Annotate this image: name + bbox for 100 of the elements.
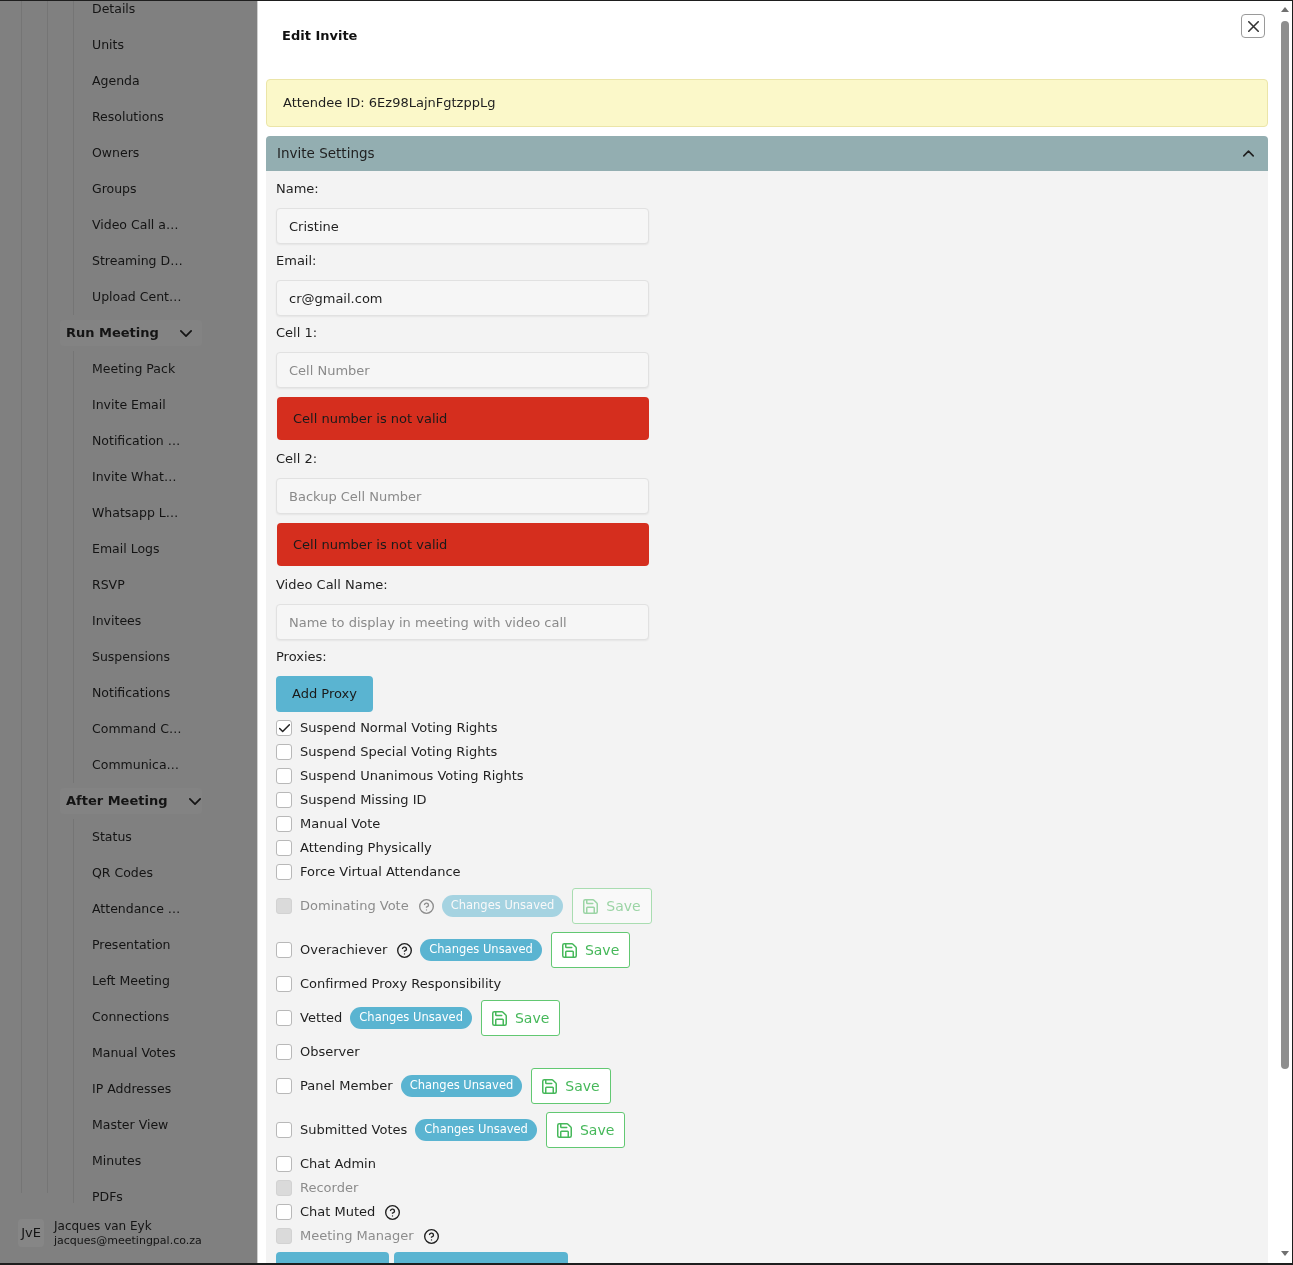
action-button[interactable] — [394, 1252, 568, 1263]
nav-item[interactable]: Notification … — [92, 431, 181, 451]
chevron-icon — [188, 797, 201, 805]
nav-item[interactable]: Video Call a… — [92, 215, 179, 235]
checkbox-label: Force Virtual Attendance — [300, 863, 461, 882]
nav-item[interactable]: Invite Email — [92, 395, 166, 415]
nav-item[interactable]: Meeting Pack — [92, 359, 176, 379]
checkbox-label: Observer — [300, 1043, 360, 1062]
checkbox[interactable] — [276, 942, 292, 958]
checkbox-label: Confirmed Proxy Responsibility — [300, 975, 502, 994]
checkbox[interactable] — [276, 816, 292, 832]
nav-item[interactable]: Status — [92, 827, 132, 847]
nav-item[interactable]: Master View — [92, 1115, 169, 1135]
nav-item[interactable]: Suspensions — [92, 647, 170, 667]
save-button[interactable]: Save — [550, 932, 631, 968]
save-button[interactable]: Save — [480, 1000, 561, 1036]
nav-item[interactable]: Streaming D… — [92, 251, 183, 271]
dialog-title: Edit Invite — [282, 28, 358, 44]
nav-item[interactable]: Left Meeting — [92, 971, 170, 991]
nav-item[interactable]: PDFs — [92, 1187, 123, 1203]
nav-item[interactable]: Notifications — [92, 683, 171, 703]
help-icon[interactable] — [397, 942, 413, 958]
nav-item[interactable]: Connections — [92, 1007, 170, 1027]
checkbox-label: Dominating Vote — [300, 897, 409, 916]
save-button[interactable]: Save — [531, 1068, 611, 1104]
checkbox-label: Panel Member — [300, 1077, 393, 1096]
nav-item[interactable]: Command C… — [92, 719, 182, 739]
checkbox[interactable] — [276, 840, 292, 856]
scroll-up-icon[interactable] — [1281, 7, 1289, 12]
checkbox[interactable] — [276, 1044, 292, 1060]
scrollbar-thumb[interactable] — [1281, 21, 1289, 1069]
field-label: Cell 1: — [276, 324, 318, 342]
attendee-id-notice: Attendee ID: 6Ez98LajnFgtzppLg — [266, 79, 1268, 127]
text-field[interactable]: Cristine — [276, 208, 649, 244]
checkbox[interactable] — [276, 1204, 292, 1220]
error-message: Cell number is not valid — [277, 397, 649, 440]
scroll-down-icon[interactable] — [1281, 1251, 1289, 1256]
checkbox[interactable] — [276, 1010, 292, 1026]
nav-item[interactable]: Upload Cent… — [92, 287, 182, 307]
user-name: Jacques van Eyk — [54, 1218, 153, 1234]
checkbox-label: Overachiever — [300, 941, 388, 960]
checkbox[interactable] — [276, 720, 292, 736]
checkbox-label: Suspend Missing ID — [300, 791, 427, 810]
nav-item[interactable]: Invite What… — [92, 467, 177, 487]
user-email: jacques@meetingpal.co.za — [54, 1233, 202, 1248]
text-field[interactable]: cr@gmail.com — [276, 280, 649, 316]
save-button[interactable]: Save — [545, 1112, 626, 1148]
nav-item[interactable]: RSVP — [92, 575, 125, 595]
field-label: Cell 2: — [276, 450, 318, 468]
chevron-icon — [179, 329, 192, 337]
nav-item[interactable]: Owners — [92, 143, 140, 163]
nav-item[interactable]: IP Addresses — [92, 1079, 172, 1099]
checkbox-label: Meeting Manager — [300, 1227, 414, 1246]
checkbox[interactable] — [276, 864, 292, 880]
checkbox[interactable] — [276, 1156, 292, 1172]
text-field[interactable]: Name to display in meeting with video call — [276, 604, 649, 640]
unsaved-badge: Changes Unsaved — [420, 939, 542, 961]
field-label: Video Call Name: — [276, 576, 388, 594]
nav-item[interactable]: Details — [92, 1, 136, 19]
nav-item[interactable]: Groups — [92, 179, 137, 199]
unsaved-badge: Changes Unsaved — [400, 1075, 523, 1097]
text-field[interactable]: Backup Cell Number — [276, 478, 649, 514]
help-icon[interactable] — [385, 1204, 401, 1220]
nav-item[interactable]: Presentation — [92, 935, 171, 955]
nav-item[interactable]: Agenda — [92, 71, 140, 91]
field-label: Email: — [276, 252, 317, 270]
action-button[interactable] — [276, 1252, 389, 1263]
close-icon — [1247, 20, 1259, 32]
checkbox-label: Manual Vote — [300, 815, 381, 834]
checkbox-label: Suspend Special Voting Rights — [300, 743, 498, 762]
unsaved-badge: Changes Unsaved — [441, 895, 564, 917]
nav-item[interactable]: Units — [92, 35, 124, 55]
checkbox-label: Vetted — [300, 1009, 343, 1028]
nav-item[interactable]: Minutes — [92, 1151, 142, 1171]
checkbox-label: Attending Physically — [300, 839, 432, 858]
nav-item[interactable]: Communica… — [92, 755, 180, 775]
nav-item[interactable]: Resolutions — [92, 107, 164, 127]
nav-item[interactable]: Invitees — [92, 611, 142, 631]
avatar: JvE — [18, 1219, 44, 1247]
checkbox-label: Chat Admin — [300, 1155, 376, 1174]
checkbox[interactable] — [276, 1078, 292, 1094]
checkbox[interactable] — [276, 792, 292, 808]
text-field[interactable]: Cell Number — [276, 352, 649, 388]
nav-item[interactable]: Whatsapp L… — [92, 503, 179, 523]
chevron-icon — [1243, 150, 1254, 157]
accordion-header[interactable]: Invite Settings — [266, 136, 1268, 171]
add-proxy-button[interactable]: Add Proxy — [276, 676, 373, 712]
nav-item[interactable]: Email Logs — [92, 539, 160, 559]
nav-item[interactable]: Manual Votes — [92, 1043, 176, 1063]
checkbox[interactable] — [276, 744, 292, 760]
nav-item[interactable]: QR Codes — [92, 863, 153, 883]
checkbox-label: Suspend Unanimous Voting Rights — [300, 767, 524, 786]
nav-item[interactable]: Attendance … — [92, 899, 181, 919]
checkbox[interactable] — [276, 768, 292, 784]
field-label: Proxies: — [276, 648, 327, 666]
close-button[interactable] — [1241, 14, 1265, 38]
checkbox-label: Recorder — [300, 1179, 359, 1198]
field-label: Name: — [276, 180, 319, 198]
checkbox[interactable] — [276, 1122, 292, 1138]
checkbox[interactable] — [276, 976, 292, 992]
